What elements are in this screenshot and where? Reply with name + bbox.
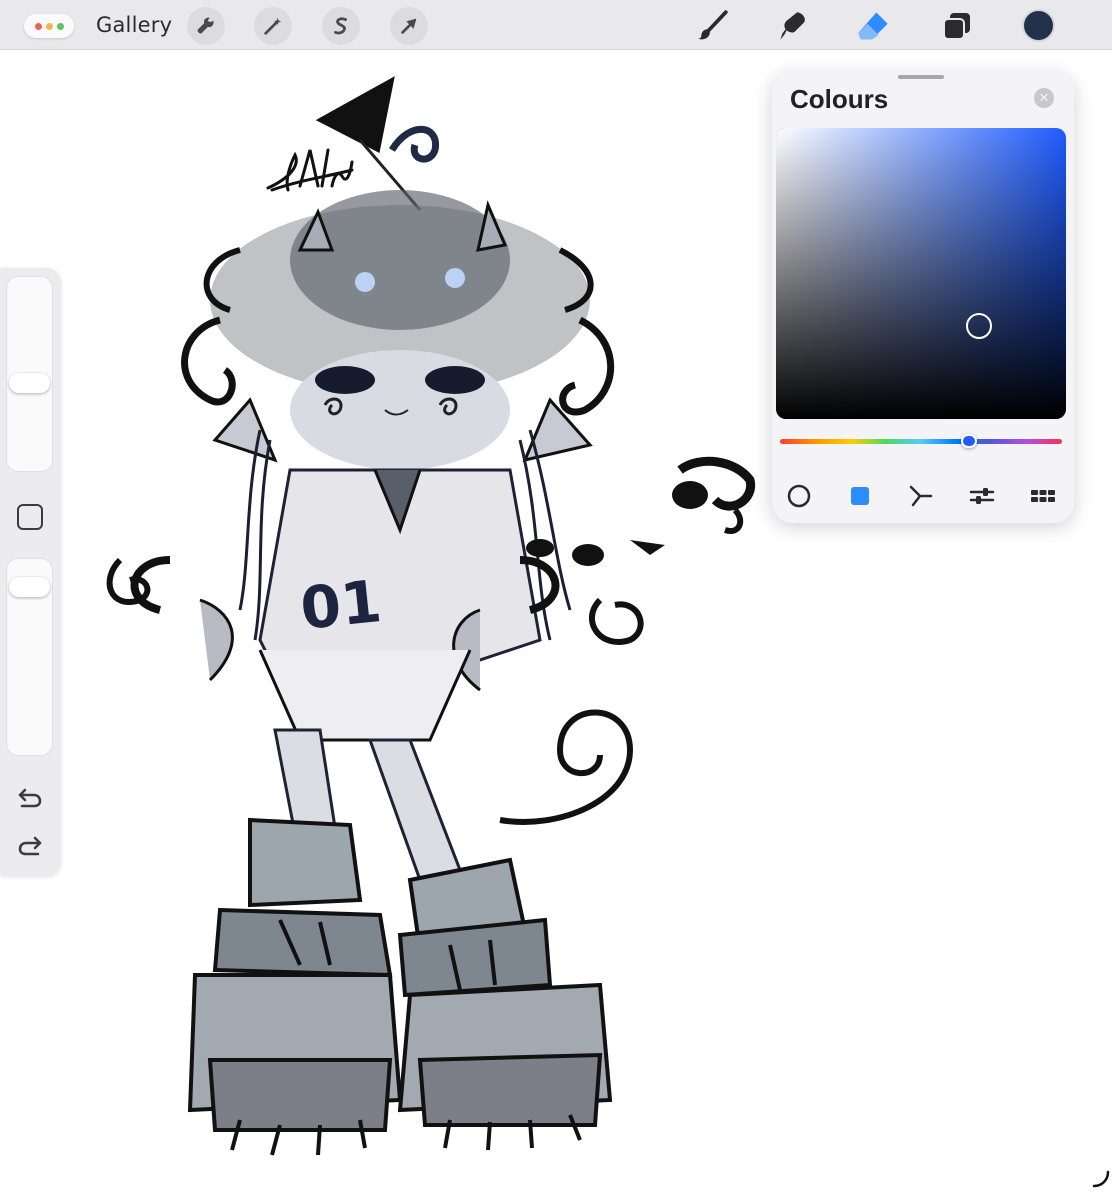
value-icon [969, 488, 995, 504]
harmony-icon [909, 485, 933, 507]
colours-panel: Colours ✕ [772, 72, 1074, 523]
opacity-knob[interactable] [9, 576, 50, 597]
hue-slider[interactable] [780, 434, 1062, 448]
harmony-mode-button[interactable] [906, 483, 936, 509]
panel-title: Colours [790, 84, 889, 114]
close-button[interactable]: ✕ [1034, 88, 1054, 108]
palettes-icon [1031, 490, 1055, 502]
picker-cursor[interactable] [966, 312, 992, 339]
eraser-button[interactable] [853, 6, 893, 46]
svg-text:01: 01 [297, 567, 384, 643]
brush-icon [698, 10, 728, 40]
shirt: 01 [130, 468, 560, 742]
modify-square-icon[interactable] [17, 504, 43, 530]
current-color-button[interactable] [1022, 9, 1055, 42]
gallery-button[interactable]: Gallery [96, 13, 172, 37]
palettes-mode-button[interactable] [1028, 483, 1058, 509]
opacity-slider[interactable] [6, 558, 53, 756]
close-icon: ✕ [1038, 90, 1050, 106]
transform-arrow-icon [401, 18, 417, 34]
window-controls[interactable] [24, 14, 74, 38]
antenna-triangle [315, 76, 395, 153]
panel-grabber[interactable] [898, 75, 944, 79]
ink-dots [526, 456, 756, 566]
boots [187, 817, 613, 1156]
procreate-app: 01 Gallery Colours ✕ [0, 0, 1112, 1200]
left-sidebar [0, 268, 60, 876]
hue-knob[interactable] [960, 434, 977, 448]
top-toolbar: Gallery [0, 0, 1112, 50]
smudge-button[interactable] [773, 6, 813, 46]
red-dot-icon [34, 22, 42, 30]
yellow-dot-icon [45, 22, 53, 30]
value-mode-button[interactable] [967, 483, 997, 509]
undo-icon[interactable] [16, 783, 44, 811]
actions-button[interactable] [187, 7, 225, 45]
selection-icon [334, 17, 347, 35]
signature-scribble [266, 148, 354, 192]
wrench-icon [197, 17, 214, 34]
classic-icon [851, 487, 869, 505]
brush-size-knob[interactable] [9, 373, 50, 394]
brush-size-slider[interactable] [6, 276, 53, 472]
brush-button[interactable] [692, 6, 732, 46]
colour-picker-square[interactable] [776, 128, 1066, 419]
disc-icon [787, 484, 811, 508]
selection-button[interactable] [322, 7, 360, 45]
corner-handle-icon[interactable] [1090, 1168, 1112, 1190]
layers-icon [943, 13, 970, 40]
layers-button[interactable] [937, 6, 977, 46]
magic-wand-icon [264, 17, 282, 35]
disc-mode-button[interactable] [784, 483, 814, 509]
classic-mode-button[interactable] [845, 483, 875, 509]
adjustments-button[interactable] [254, 7, 292, 45]
transform-button[interactable] [390, 7, 428, 45]
smudge-icon [780, 12, 805, 40]
picker-black-layer [776, 128, 1066, 419]
green-dot-icon [56, 22, 64, 30]
eraser-icon [858, 12, 888, 40]
redo-icon[interactable] [16, 831, 44, 859]
